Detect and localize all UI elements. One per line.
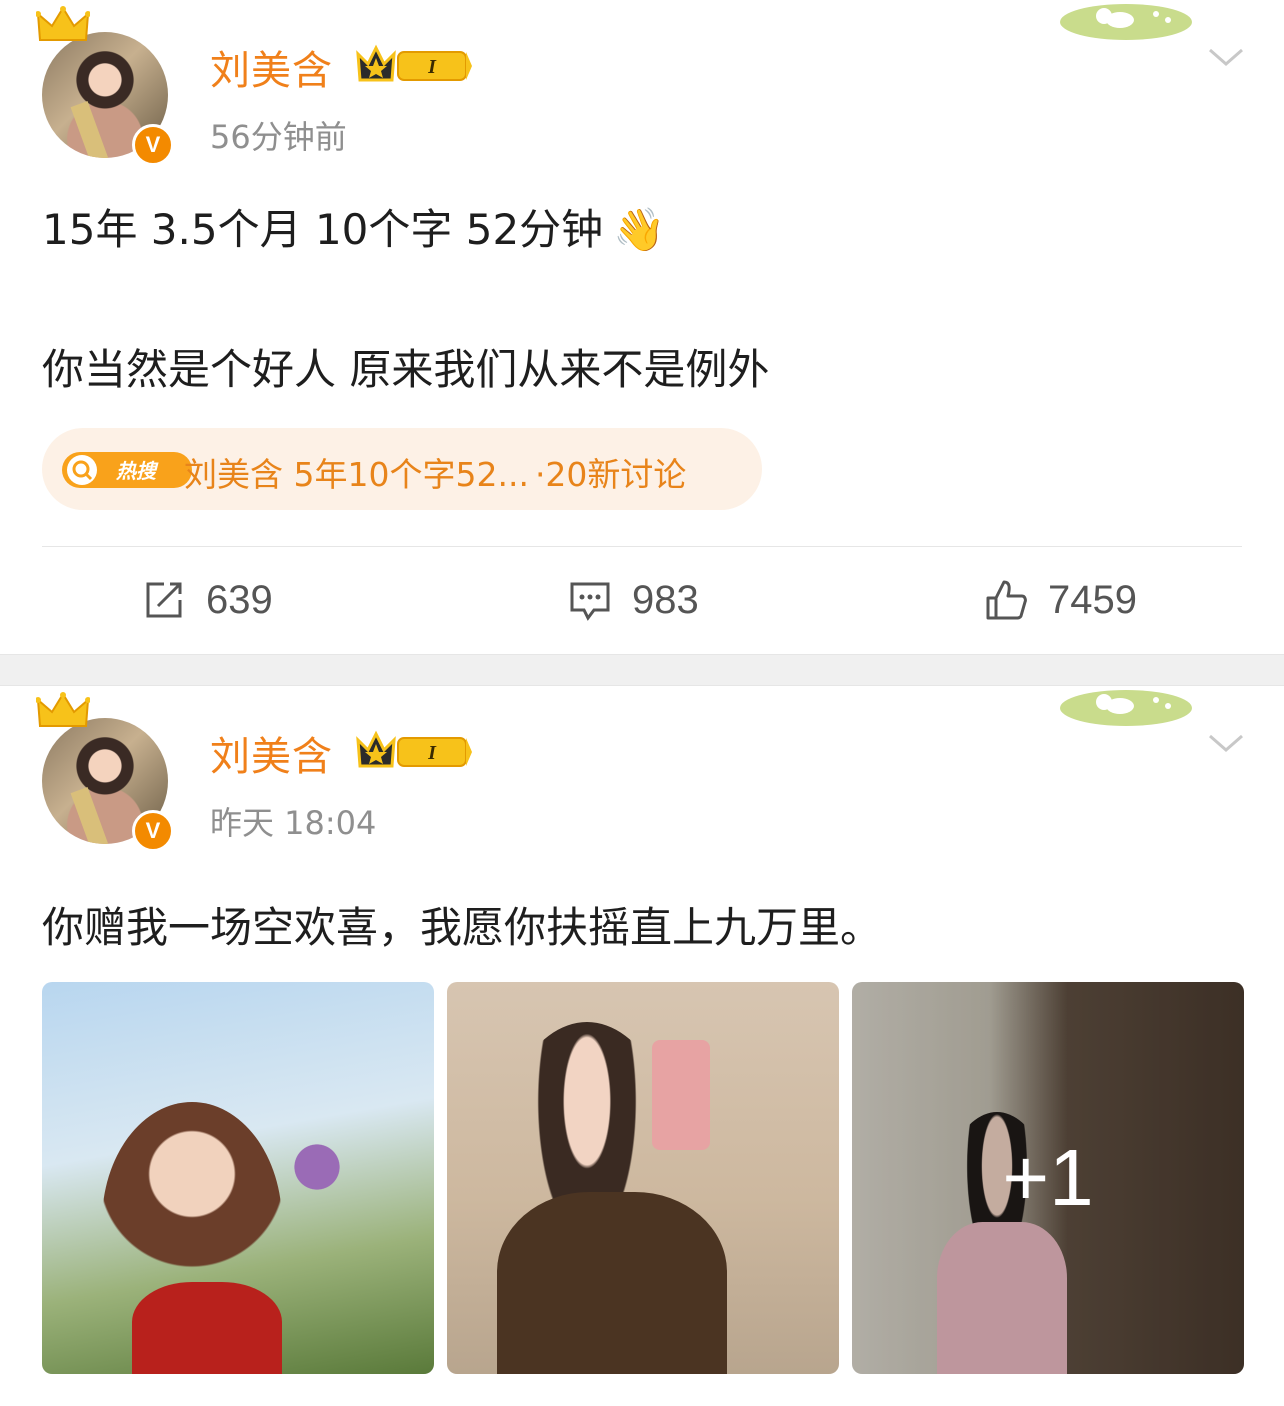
svg-text:热搜: 热搜 (115, 459, 159, 483)
repost-count: 639 (206, 577, 273, 622)
verified-icon: V (132, 124, 174, 166)
avatar[interactable]: V (32, 6, 182, 166)
svg-text:I: I (427, 742, 437, 764)
level-badge-icon[interactable]: I (354, 44, 472, 88)
crown-icon (36, 6, 90, 41)
crown-icon (36, 692, 90, 727)
username[interactable]: 刘美含 (210, 724, 333, 782)
hot-search-discussion-count: ·20新讨论 (534, 455, 687, 494)
level-badge-icon[interactable]: I (354, 730, 472, 774)
repost-icon (146, 582, 182, 618)
post-image-1[interactable] (42, 982, 434, 1374)
comment-button[interactable]: 983 (568, 570, 699, 630)
comment-icon (570, 582, 610, 621)
hot-search-title: 刘美含 5年10个字52... ·20新讨论 (184, 448, 686, 496)
post-text-line-1: 你赠我一场空欢喜，我愿你扶摇直上九万里。 (42, 903, 883, 952)
svg-text:I: I (427, 56, 437, 78)
more-images-overlay[interactable]: +1 (852, 982, 1244, 1374)
post-timestamp: 昨天 18:04 (210, 804, 377, 842)
like-icon (986, 580, 1027, 620)
post-image-3[interactable]: +1 (852, 982, 1244, 1374)
username[interactable]: 刘美含 (210, 38, 333, 96)
post-text-1: 15年 3.5个月 10个字 52分钟 (42, 205, 604, 254)
waving-hand-emoji: 👋 (613, 205, 666, 254)
avatar[interactable]: V (32, 692, 182, 852)
post-image-2[interactable] (447, 982, 839, 1374)
post-text-line-2: 你当然是个好人 原来我们从来不是例外 (42, 345, 770, 394)
like-button[interactable]: 7459 (984, 570, 1137, 630)
post-separator (0, 654, 1284, 686)
chevron-down-icon[interactable] (1206, 728, 1246, 758)
decoration-sticker-icon (1060, 4, 1192, 40)
post-timestamp: 56分钟前 (210, 118, 347, 156)
divider (42, 546, 1242, 547)
chevron-down-icon[interactable] (1206, 42, 1246, 72)
repost-button[interactable]: 639 (142, 570, 273, 630)
verified-icon: V (132, 810, 174, 852)
like-count: 7459 (1048, 577, 1137, 622)
post-card-2: V 刘美含 I 昨天 18:04 你赠我一场空欢喜，我愿你扶摇直上九万里。 +1 (0, 686, 1284, 1406)
post-text-line-1: 15年 3.5个月 10个字 52分钟 👋 (42, 196, 665, 257)
decoration-sticker-icon (1060, 690, 1192, 726)
post-card-1: V 刘美含 I 56分钟前 15年 3.5个月 10个字 52分钟 👋 你当然是个… (0, 0, 1284, 654)
comment-count: 983 (632, 577, 699, 622)
hot-search-link[interactable]: 热搜 刘美含 5年10个字52... ·20新讨论 (42, 428, 762, 510)
hot-search-title-text: 刘美含 5年10个字52... (184, 455, 529, 494)
